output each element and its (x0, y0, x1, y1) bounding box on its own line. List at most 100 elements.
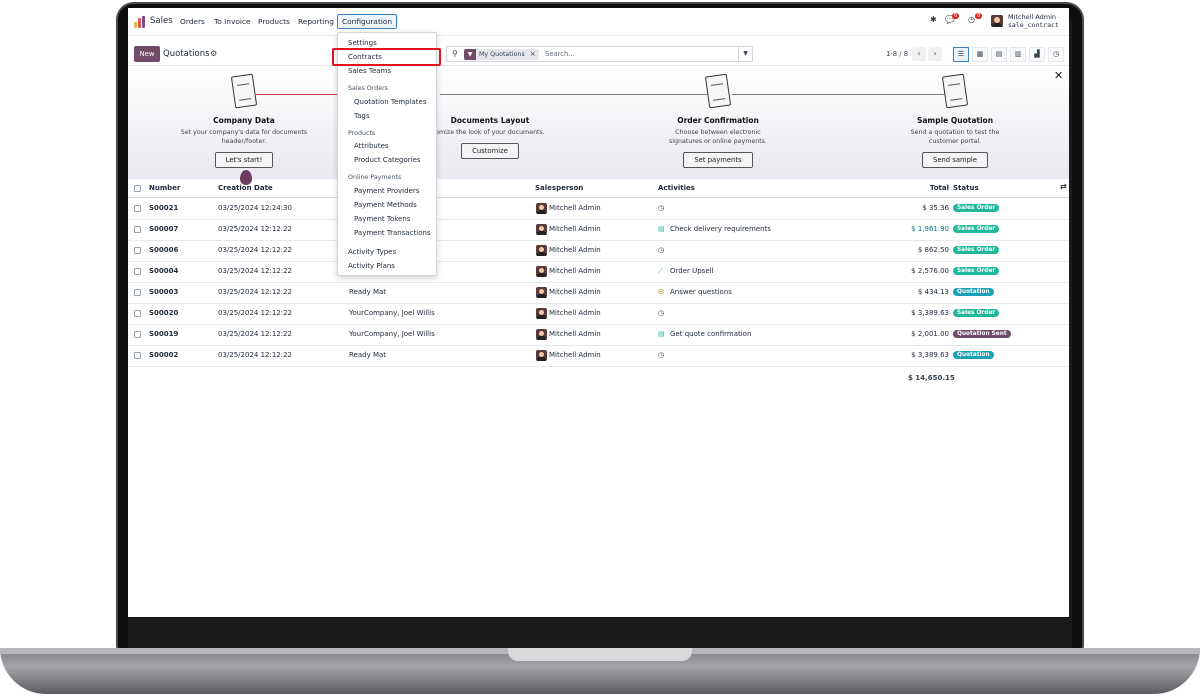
table-row[interactable]: S00002 03/25/2024 12:12:22 Ready Mat Mitche… (128, 346, 1069, 367)
clock-icon[interactable]: ◷ (658, 246, 664, 254)
list-icon[interactable]: ▤ (658, 225, 665, 233)
row-checkbox[interactable] (134, 226, 141, 233)
activity-view-icon[interactable]: ◷ (1048, 47, 1064, 62)
pivot-view-icon[interactable]: ▥ (1010, 47, 1026, 62)
clock-icon[interactable]: ◷ (658, 204, 664, 212)
table-row[interactable]: S00003 03/25/2024 12:12:22 Ready Mat Mitche… (128, 283, 1069, 304)
activity-clock-icon[interactable]: ◷ (968, 15, 975, 24)
menu-sales-teams[interactable]: Sales Teams (348, 67, 391, 75)
row-checkbox[interactable] (134, 289, 141, 296)
select-all-checkbox[interactable] (134, 185, 141, 192)
cell-activity[interactable]: Answer questions (670, 288, 732, 296)
list-view-icon[interactable]: ☰ (953, 47, 969, 62)
pager-next-icon[interactable]: › (928, 47, 942, 61)
clock-icon[interactable]: ◷ (658, 351, 664, 359)
col-status[interactable]: Status (953, 184, 979, 192)
app-name[interactable]: Sales (150, 16, 173, 26)
cell-activity[interactable]: Get quote confirmation (670, 330, 751, 338)
onboarding-panel: ✕ Company Data Set your company's data f… (128, 67, 1069, 179)
col-total[interactable]: Total (930, 184, 949, 192)
menu-payment-transactions[interactable]: Payment Transactions (354, 229, 431, 237)
cell-number: S00020 (149, 309, 179, 317)
list-icon[interactable]: ▤ (658, 330, 665, 338)
menu-attributes[interactable]: Attributes (354, 142, 389, 150)
row-checkbox[interactable] (134, 205, 141, 212)
col-number[interactable]: Number (149, 184, 180, 192)
cell-total: $ 3,389.63 (911, 309, 949, 317)
cell-activity[interactable]: Check delivery requirements (670, 225, 771, 233)
salesperson-avatar (536, 245, 547, 256)
table-row[interactable]: S00006 03/25/2024 12:12:22 Mitchell Admin ◷… (128, 241, 1069, 262)
sales-app-icon[interactable] (134, 16, 146, 28)
menu-settings[interactable]: Settings (348, 39, 377, 47)
send-sample-button[interactable]: Send sample (922, 152, 988, 168)
row-checkbox[interactable] (134, 268, 141, 275)
menu-orders[interactable]: Orders (180, 17, 205, 26)
menu-product-categories[interactable]: Product Categories (354, 156, 421, 164)
top-navbar: Sales Orders To Invoice Products Reporti… (128, 8, 1069, 36)
menu-configuration[interactable]: Configuration (337, 14, 398, 29)
col-salesperson[interactable]: Salesperson (535, 184, 583, 192)
chart-line-icon[interactable]: ⟋ (658, 267, 663, 276)
lets-start-button[interactable]: Let's start! (214, 152, 274, 168)
menu-tags[interactable]: Tags (354, 112, 370, 120)
cell-date: 03/25/2024 12:12:22 (218, 246, 293, 254)
bug-icon[interactable]: ✱ (930, 15, 937, 24)
menu-payment-tokens[interactable]: Payment Tokens (354, 215, 410, 223)
search-dropdown-toggle[interactable]: ▼ (738, 47, 752, 61)
user-avatar[interactable] (991, 15, 1003, 27)
table-row[interactable]: S00004 03/25/2024 12:12:22 Mitchell Admin ⟋… (128, 262, 1069, 283)
col-creation-date[interactable]: Creation Date (218, 184, 273, 192)
col-activities[interactable]: Activities (658, 184, 695, 192)
menu-activity-plans[interactable]: Activity Plans (348, 262, 395, 270)
configuration-dropdown: Settings Contracts Sales Teams Sales Ord… (337, 32, 437, 276)
status-badge: Quotation (953, 351, 994, 359)
step-title: Sample Quotation (916, 116, 994, 125)
cell-activity[interactable]: Order Upsell (670, 267, 714, 275)
calendar-view-icon[interactable]: ▤ (991, 47, 1007, 62)
kanban-view-icon[interactable]: ▦ (972, 47, 988, 62)
menu-activity-types[interactable]: Activity Types (348, 248, 396, 256)
row-checkbox[interactable] (134, 331, 141, 338)
menu-payment-methods[interactable]: Payment Methods (354, 201, 417, 209)
step-sample-quotation: Sample Quotation Send a quotation to tes… (875, 67, 1035, 168)
page-title[interactable]: Quotations (163, 49, 210, 59)
cell-total: $ 2,001.00 (911, 330, 949, 338)
user-name[interactable]: Mitchell Admin (1008, 13, 1056, 21)
search-input[interactable]: Search... (545, 50, 575, 58)
gear-icon[interactable]: ⚙ (210, 49, 217, 58)
search-facet[interactable]: ▼ My Quotations × (464, 49, 539, 60)
table-row[interactable]: S00020 03/25/2024 12:12:22 YourCompany, Jo… (128, 304, 1069, 325)
clock-icon[interactable]: ◷ (658, 309, 664, 317)
menu-payment-providers[interactable]: Payment Providers (354, 187, 419, 195)
set-payments-button[interactable]: Set payments (683, 152, 753, 168)
graph-view-icon[interactable]: ▟ (1029, 47, 1045, 62)
table-row[interactable]: S0002103/25/2024 12:24:30herMitchell Adm… (128, 199, 1069, 220)
cell-salesperson: Mitchell Admin (549, 309, 601, 317)
total-sum: $ 14,650.15 (908, 374, 955, 382)
menu-to-invoice[interactable]: To Invoice (214, 17, 251, 26)
cell-salesperson: Mitchell Admin (549, 330, 601, 338)
menu-products[interactable]: Products (258, 17, 290, 26)
step-description: Set your company's data for documents he… (180, 129, 308, 145)
close-icon[interactable]: ✕ (1054, 69, 1063, 82)
row-checkbox[interactable] (134, 247, 141, 254)
menu-quotation-templates[interactable]: Quotation Templates (354, 98, 427, 106)
row-checkbox[interactable] (134, 310, 141, 317)
optional-columns-icon[interactable]: ⇄ (1060, 182, 1067, 191)
search-bar[interactable]: ⚲ ▼ My Quotations × Search... ▼ (446, 46, 753, 62)
remove-facet-icon[interactable]: × (530, 49, 536, 60)
menu-reporting[interactable]: Reporting (298, 17, 334, 26)
pager-previous-icon[interactable]: ‹ (912, 47, 926, 61)
new-button[interactable]: New (134, 46, 160, 62)
row-checkbox[interactable] (134, 352, 141, 359)
table-row[interactable]: S00019 03/25/2024 12:12:22 YourCompany, Jo… (128, 325, 1069, 346)
table-row[interactable]: S00007 03/25/2024 12:12:22 Mitchell Admin ▤… (128, 220, 1069, 241)
pager-value[interactable]: 1-8 / 8 (886, 50, 908, 58)
envelope-icon[interactable]: ✉ (658, 288, 664, 296)
status-badge: Sales Order (953, 204, 1000, 212)
cell-total: $ 2,576.00 (911, 267, 949, 275)
customize-button[interactable]: Customize (461, 143, 519, 159)
checklist-icon (704, 73, 732, 109)
cursor-drop-icon (240, 170, 252, 185)
